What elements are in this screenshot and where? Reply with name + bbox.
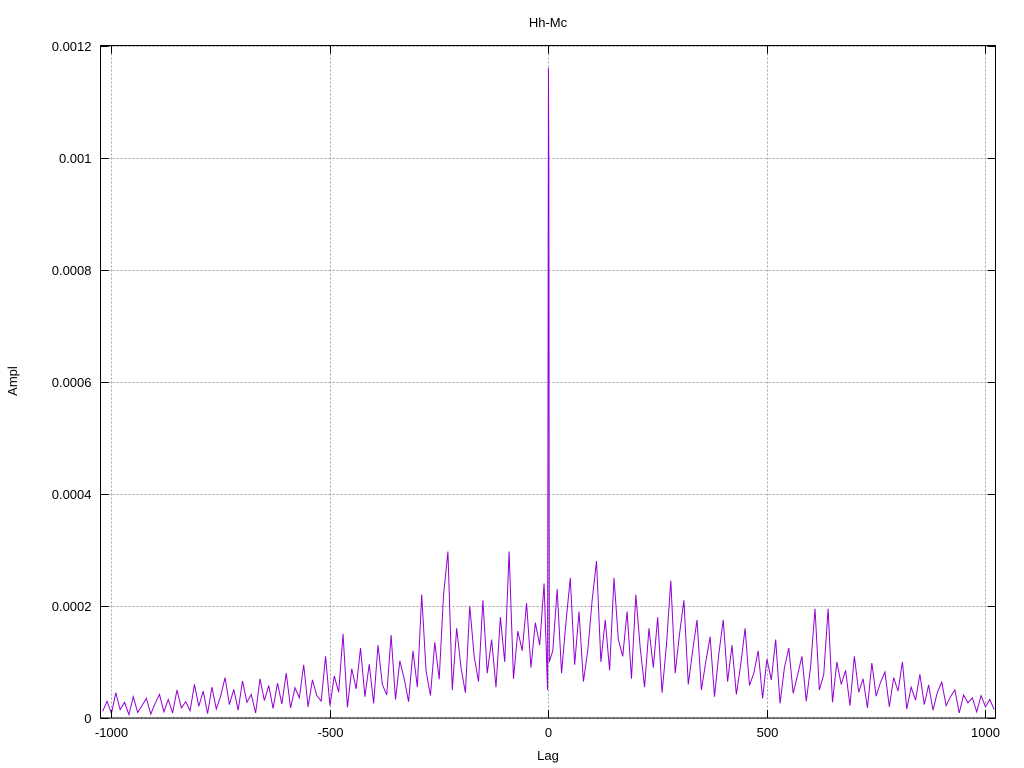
x-tick-label: 500 [757, 725, 779, 740]
y-tick-label: 0.0004 [52, 487, 92, 502]
x-tick-label: 1000 [971, 725, 1000, 740]
x-tick-label: 0 [545, 725, 552, 740]
y-tick-label: 0.0006 [52, 375, 92, 390]
x-axis-label: Lag [537, 748, 559, 763]
x-tick-label: -500 [317, 725, 343, 740]
chart: -1000 -500 0 500 1000 0 0.0002 0.0004 0.0006 0.00… [5, 15, 1000, 763]
y-tick-label: 0.0012 [52, 39, 92, 54]
axis-ticks: -1000 -500 0 500 1000 0 0.0002 0.0004 0.0006 0.00… [52, 39, 1000, 740]
y-tick-label: 0 [84, 711, 91, 726]
y-tick-label: 0.0008 [52, 263, 92, 278]
x-tick-label: -1000 [95, 725, 128, 740]
y-tick-label: 0.001 [59, 151, 92, 166]
chart-title: Hh-Mc [529, 15, 568, 30]
y-axis-label: Ampl [5, 366, 20, 396]
y-tick-label: 0.0002 [52, 599, 92, 614]
